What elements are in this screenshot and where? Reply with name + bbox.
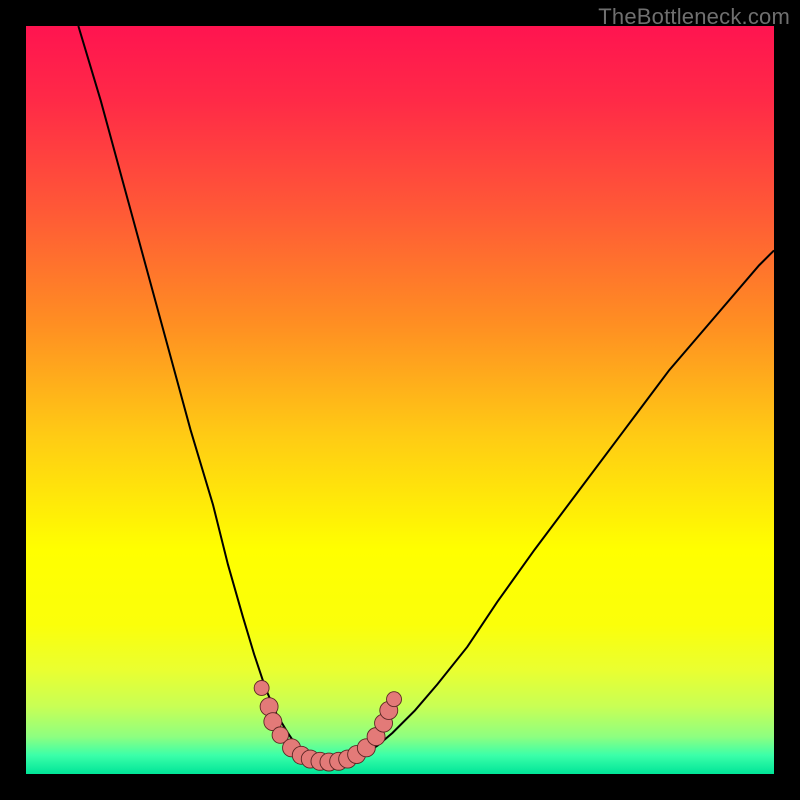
curve-right-arm	[329, 250, 774, 765]
curve-left-arm	[78, 26, 329, 765]
data-marker	[387, 692, 402, 707]
chart-frame	[26, 26, 774, 774]
data-marker	[254, 681, 269, 696]
chart-curves	[26, 26, 774, 774]
